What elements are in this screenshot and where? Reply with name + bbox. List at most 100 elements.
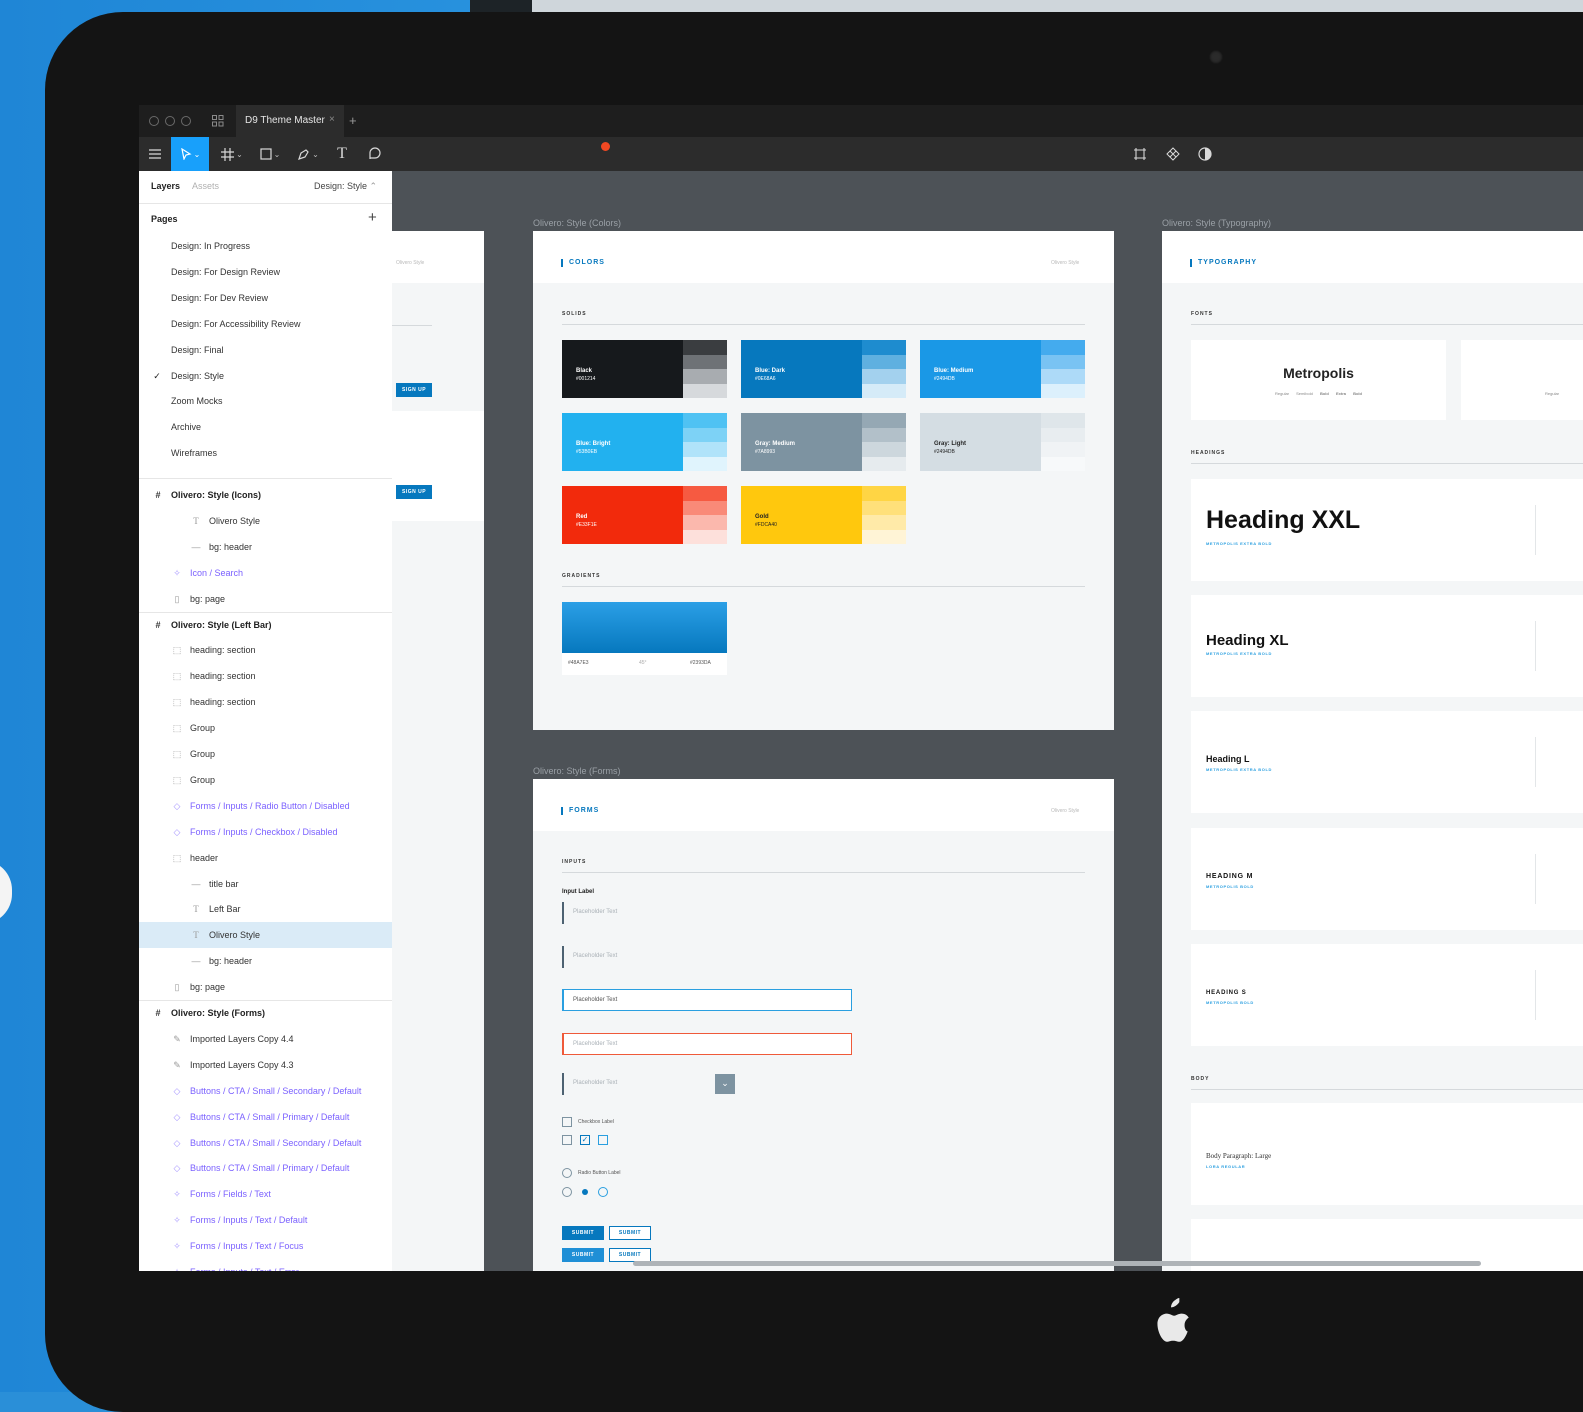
- new-tab-button[interactable]: +: [349, 113, 357, 128]
- tab-assets[interactable]: Assets: [192, 181, 219, 191]
- layer-item[interactable]: ◇ Buttons / CTA / Small / Primary / Defau…: [139, 1155, 392, 1181]
- text-input-focus[interactable]: Placeholder Text: [562, 989, 852, 1011]
- color-swatch[interactable]: Gold #FDCA40: [741, 486, 906, 544]
- layer-item[interactable]: T Olivero Style: [139, 922, 392, 949]
- layer-item[interactable]: ▯ bg: page: [139, 974, 392, 1000]
- page-selector[interactable]: Design: Style ⌃: [314, 181, 377, 192]
- layer-item[interactable]: ⬚ heading: section: [139, 663, 392, 689]
- create-component-icon[interactable]: [1162, 137, 1184, 171]
- layer-item[interactable]: T Olivero Style: [139, 508, 392, 534]
- checkbox-checked[interactable]: ✓: [580, 1135, 590, 1145]
- text-input-hover[interactable]: Placeholder Text: [562, 946, 852, 968]
- comment-tool-button[interactable]: [361, 137, 610, 171]
- layer-item[interactable]: ⬚ heading: section: [139, 637, 392, 663]
- submit-button-secondary[interactable]: SUBMIT: [609, 1226, 651, 1240]
- page-item[interactable]: Zoom Mocks: [139, 388, 392, 414]
- layer-item[interactable]: ▯ bg: page: [139, 586, 392, 612]
- layer-item[interactable]: ◇ Buttons / CTA / Small / Secondary / Def…: [139, 1130, 392, 1156]
- color-swatch[interactable]: Gray: Light #2494DB: [920, 413, 1085, 471]
- layer-item[interactable]: # Olivero: Style (Left Bar): [139, 612, 392, 638]
- page-item[interactable]: Design: In Progress: [139, 233, 392, 259]
- layer-item[interactable]: ◇ Buttons / CTA / Small / Secondary / Def…: [139, 1078, 392, 1104]
- sign-up-button[interactable]: SIGN UP: [396, 383, 432, 397]
- layer-item[interactable]: ◇ Buttons / CTA / Small / Primary / Defau…: [139, 1104, 392, 1130]
- layer-item[interactable]: — bg: header: [139, 534, 392, 560]
- page-item[interactable]: Design: For Accessibility Review: [139, 311, 392, 337]
- text-tool-icon[interactable]: T: [331, 137, 353, 171]
- color-swatch[interactable]: Blue: Medium #2494DB: [920, 340, 1085, 398]
- layer-item[interactable]: # Olivero: Style (Icons): [139, 482, 392, 508]
- add-page-icon[interactable]: +: [368, 209, 377, 226]
- layer-item[interactable]: — bg: header: [139, 948, 392, 974]
- heading-sample-card[interactable]: Heading L METROPOLIS EXTRA BOLD: [1191, 711, 1583, 813]
- layer-item[interactable]: ✧ Icon / Search: [139, 560, 392, 586]
- frame-label-forms[interactable]: Olivero: Style (Forms): [533, 766, 621, 776]
- layer-item[interactable]: ✎ Imported Layers Copy 4.3: [139, 1052, 392, 1078]
- radio-selected[interactable]: [582, 1189, 588, 1195]
- main-menu-icon[interactable]: [143, 137, 167, 171]
- layer-item[interactable]: ⬚ Group: [139, 715, 392, 741]
- submit-button-secondary-hover[interactable]: SUBMIT: [609, 1248, 651, 1262]
- layer-item[interactable]: ✧ Forms / Fields / Text: [139, 1181, 392, 1207]
- font-card-lora[interactable]: Regular: [1461, 340, 1583, 420]
- contrast-toggle-icon[interactable]: [1194, 137, 1216, 171]
- frame-label-typography[interactable]: Olivero: Style (Typography): [1162, 218, 1271, 228]
- submit-button-primary-hover[interactable]: SUBMIT: [562, 1248, 604, 1262]
- tab-close-icon[interactable]: ×: [329, 114, 335, 125]
- checkbox-focus[interactable]: [598, 1135, 608, 1145]
- layer-item[interactable]: ✧ Forms / Inputs / Text / Default: [139, 1207, 392, 1233]
- frame-label-colors[interactable]: Olivero: Style (Colors): [533, 218, 621, 228]
- colors-artboard[interactable]: COLORS Olivero Style SOLIDS Black #001214…: [533, 231, 1114, 730]
- layer-item[interactable]: ◇ Forms / Inputs / Checkbox / Disabled: [139, 819, 392, 845]
- horizontal-scrollbar[interactable]: [633, 1261, 1481, 1266]
- window-minimize-control[interactable]: [165, 116, 175, 126]
- page-item[interactable]: ✓ Design: Style: [139, 363, 392, 389]
- layer-item[interactable]: ⬚ Group: [139, 741, 392, 767]
- layer-item[interactable]: T Left Bar: [139, 896, 392, 922]
- text-input-default[interactable]: Placeholder Text: [562, 902, 852, 924]
- checkbox-icon[interactable]: [562, 1117, 572, 1127]
- body-sample-card[interactable]: Body Paragraph: Large LORA REGULAR: [1191, 1103, 1583, 1205]
- layer-item[interactable]: ◇ Forms / Inputs / Radio Button / Disable…: [139, 793, 392, 819]
- color-swatch[interactable]: Black #001214: [562, 340, 727, 398]
- layer-item[interactable]: ✧ Forms / Inputs / Text / Focus: [139, 1233, 392, 1259]
- pen-tool-button[interactable]: ⌄: [293, 137, 323, 171]
- window-close-control[interactable]: [149, 116, 159, 126]
- partial-frame-left-bar[interactable]: Olivero Style SIGN UP SIGN UP: [392, 231, 484, 521]
- heading-sample-card[interactable]: Heading XXL METROPOLIS EXTRA BOLD: [1191, 479, 1583, 581]
- tab-d9-theme-master[interactable]: D9 Theme Master ×: [236, 105, 344, 137]
- heading-sample-card[interactable]: HEADING M METROPOLIS BOLD: [1191, 828, 1583, 930]
- typography-artboard[interactable]: TYPOGRAPHY FONTS Metropolis Regular Semi…: [1162, 231, 1583, 1271]
- radio-default[interactable]: [562, 1187, 572, 1197]
- layer-item[interactable]: ⬚ header: [139, 845, 392, 871]
- layer-item[interactable]: ⬚ heading: section: [139, 689, 392, 715]
- chevron-down-icon[interactable]: ⌄: [715, 1074, 735, 1094]
- gradient-swatch[interactable]: #48A7E3 45° #2393DA: [562, 602, 727, 675]
- page-item[interactable]: Design: For Design Review: [139, 259, 392, 285]
- page-item[interactable]: Wireframes: [139, 440, 392, 466]
- sign-up-button-2[interactable]: SIGN UP: [396, 485, 432, 499]
- layer-item[interactable]: ✧ Forms / Inputs / Text / Error: [139, 1259, 392, 1271]
- layer-item[interactable]: ⬚ Group: [139, 767, 392, 793]
- window-maximize-control[interactable]: [181, 116, 191, 126]
- forms-artboard[interactable]: FORMS Olivero Style INPUTS Input Label P…: [533, 779, 1114, 1271]
- layer-item[interactable]: — title bar: [139, 871, 392, 897]
- radio-icon[interactable]: [562, 1168, 572, 1178]
- heading-sample-card[interactable]: Heading XL METROPOLIS EXTRA BOLD: [1191, 595, 1583, 697]
- text-input-error[interactable]: Placeholder Text: [562, 1033, 852, 1055]
- color-swatch[interactable]: Blue: Bright #53B0EB: [562, 413, 727, 471]
- component-tool-icon[interactable]: [1129, 137, 1151, 171]
- shape-tool-button[interactable]: ⌄: [255, 137, 285, 171]
- radio-focus[interactable]: [598, 1187, 608, 1197]
- select-input[interactable]: Placeholder Text ⌄: [562, 1073, 735, 1095]
- page-item[interactable]: Archive: [139, 414, 392, 440]
- file-browser-icon[interactable]: [212, 115, 224, 127]
- frame-tool-button[interactable]: ⌄: [217, 137, 247, 171]
- move-tool-button[interactable]: ⌄: [171, 137, 209, 171]
- layer-item[interactable]: ✎ Imported Layers Copy 4.4: [139, 1026, 392, 1052]
- heading-sample-card[interactable]: HEADING S METROPOLIS BOLD: [1191, 944, 1583, 1046]
- color-swatch[interactable]: Gray: Medium #7A8993: [741, 413, 906, 471]
- checkbox-default[interactable]: [562, 1135, 572, 1145]
- submit-button-primary[interactable]: SUBMIT: [562, 1226, 604, 1240]
- page-item[interactable]: Design: Final: [139, 337, 392, 363]
